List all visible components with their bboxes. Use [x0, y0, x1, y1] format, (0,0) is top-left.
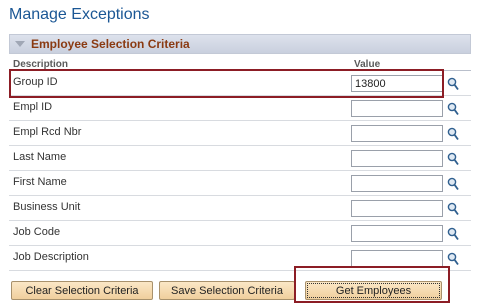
row-label: Job Description: [13, 251, 89, 263]
panel-header[interactable]: Employee Selection Criteria: [9, 34, 471, 54]
clear-selection-criteria-button[interactable]: Clear Selection Criteria: [11, 281, 153, 300]
row-label: Last Name: [13, 151, 67, 163]
empl-id-input[interactable]: [351, 100, 443, 117]
criteria-row-empl-id: Empl ID: [9, 96, 471, 121]
business-unit-input[interactable]: [351, 200, 443, 217]
row-label: Group ID: [13, 76, 58, 88]
criteria-row-business-unit: Business Unit: [9, 196, 471, 221]
criteria-row-last-name: Last Name: [9, 146, 471, 171]
magnifier-lookup-icon[interactable]: [447, 227, 459, 241]
magnifier-lookup-icon[interactable]: [447, 202, 459, 216]
empl-rcd-nbr-input[interactable]: [351, 125, 443, 142]
criteria-row-job-code: Job Code: [9, 221, 471, 246]
criteria-row-group-id: Group ID: [9, 71, 471, 96]
magnifier-lookup-icon[interactable]: [447, 152, 459, 166]
get-employees-button[interactable]: Get Employees: [305, 281, 442, 300]
last-name-input[interactable]: [351, 150, 443, 167]
row-label: Job Code: [13, 226, 61, 238]
magnifier-lookup-icon[interactable]: [447, 77, 459, 91]
panel-title: Employee Selection Criteria: [31, 37, 190, 51]
row-label: Business Unit: [13, 201, 81, 213]
save-selection-criteria-button[interactable]: Save Selection Criteria: [159, 281, 295, 300]
criteria-row-first-name: First Name: [9, 171, 471, 196]
selection-criteria-panel: Employee Selection Criteria Description …: [9, 34, 471, 271]
row-label: Empl Rcd Nbr: [13, 126, 82, 138]
row-label: Empl ID: [13, 101, 53, 113]
row-label: First Name: [13, 176, 67, 188]
magnifier-lookup-icon[interactable]: [447, 102, 459, 116]
group-id-input[interactable]: [351, 75, 443, 92]
magnifier-lookup-icon[interactable]: [447, 177, 459, 191]
job-code-input[interactable]: [351, 225, 443, 242]
criteria-row-job-description: Job Description: [9, 246, 471, 271]
magnifier-lookup-icon[interactable]: [447, 127, 459, 141]
criteria-row-empl-rcd-nbr: Empl Rcd Nbr: [9, 121, 471, 146]
first-name-input[interactable]: [351, 175, 443, 192]
collapse-triangle-icon[interactable]: [15, 41, 25, 47]
job-description-input[interactable]: [351, 250, 443, 267]
page-title: Manage Exceptions: [9, 6, 150, 23]
magnifier-lookup-icon[interactable]: [447, 252, 459, 266]
